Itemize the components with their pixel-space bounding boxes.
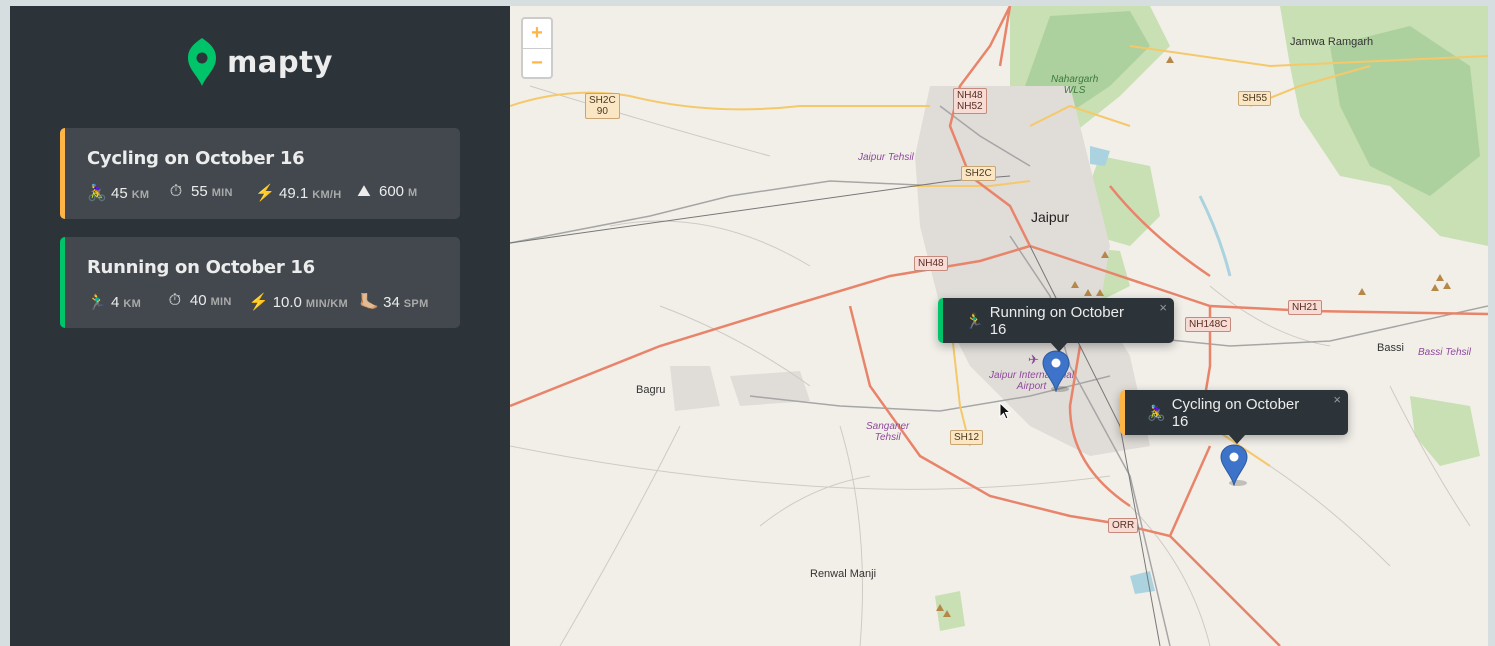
zoom-in-button[interactable]: + <box>523 19 551 48</box>
stat-value: 45 <box>111 185 128 202</box>
road-shield-nh148c: NH148C <box>1185 317 1232 332</box>
road-shield-sh55: SH55 <box>1238 91 1272 106</box>
place-label-bassi-tehsil: Bassi Tehsil <box>1418 347 1471 358</box>
place-label-bagru: Bagru <box>636 384 666 396</box>
shield-line-2: NH52 <box>957 101 983 112</box>
stat-unit: spm <box>403 298 429 310</box>
stat-unit: km <box>131 189 150 201</box>
cycling-icon: 🚴‍♀️ <box>1147 404 1166 422</box>
stat-duration: ⏱ 40 min <box>166 292 249 312</box>
stat-value: 10.0 <box>272 294 302 311</box>
map-marker-running[interactable] <box>1042 350 1070 397</box>
logo: mapty <box>60 36 460 88</box>
close-icon[interactable]: × <box>1159 300 1167 315</box>
stat-speed: ⚡️ 49.1 km/h <box>255 183 355 203</box>
popup-text: Cycling on October 16 <box>1171 395 1300 430</box>
stopwatch-icon: ⏱ <box>168 292 182 309</box>
place-label-jamwa-ramgarh: Jamwa Ramgarh <box>1290 36 1374 48</box>
shield-line-2: 90 <box>596 106 608 117</box>
road-shield-nh48-nh52: NH48 NH52 <box>953 88 987 114</box>
app-name: mapty <box>227 45 333 79</box>
road-shield-sh12: SH12 <box>950 430 984 445</box>
road-shield-nh48: NH48 <box>914 256 948 271</box>
mouse-cursor-icon <box>999 402 1011 420</box>
stopwatch-icon: ⏱ <box>169 183 183 200</box>
stat-duration: ⏱ 55 min <box>167 183 255 203</box>
cycling-icon: 🚴‍♀️ <box>87 185 107 202</box>
nahargarh-line-1: Nahargarh <box>1051 74 1099 85</box>
place-label-jaipur-tehsil: Jaipur Tehsil <box>858 152 914 163</box>
place-label-jaipur: Jaipur <box>1031 209 1070 225</box>
stat-cadence: 🦶🏼 34 spm <box>359 292 438 312</box>
stat-value: 600 <box>379 183 405 200</box>
close-icon[interactable]: × <box>1333 392 1341 407</box>
workout-title: Running on October 16 <box>87 257 315 278</box>
road-shield-nh21: NH21 <box>1288 300 1322 315</box>
stat-unit: km/h <box>312 189 342 201</box>
map-pin-logo-icon <box>187 36 217 88</box>
workout-stats: 🚴‍♀️ 45 km ⏱ 55 min ⚡️ 49.1 km/h ⛰ 600 <box>87 183 438 203</box>
app-container: mapty Cycling on October 16 🚴‍♀️ 45 km ⏱… <box>10 6 1488 646</box>
stat-unit: min <box>210 296 232 308</box>
map[interactable]: ✈ Jaipur Bagru Bassi Renwal Manji Jamwa … <box>510 6 1488 646</box>
sidebar: mapty Cycling on October 16 🚴‍♀️ 45 km ⏱… <box>10 6 510 646</box>
foot-icon: 🦶🏼 <box>359 294 380 311</box>
workout-stats: 🏃‍♂️ 4 km ⏱ 40 min ⚡️ 10.0 min/km 🦶🏼 34 <box>87 292 438 312</box>
stat-value: 40 <box>189 292 207 309</box>
running-icon: 🏃‍♂️ <box>965 312 984 330</box>
popup-running[interactable]: 🏃‍♂️ Running on October 16 × <box>938 298 1174 352</box>
popup-text: Running on October 16 <box>989 303 1124 338</box>
lightning-icon: ⚡️ <box>255 185 275 202</box>
mountain-icon: ⛰ <box>357 183 371 200</box>
popup-cycling[interactable]: 🚴‍♀️ Cycling on October 16 × <box>1120 390 1348 444</box>
road-shield-orr: ORR <box>1108 518 1139 533</box>
stat-elevation: ⛰ 600 m <box>355 183 435 203</box>
sanganer-line-1: Sanganer <box>866 421 910 432</box>
stat-distance: 🚴‍♀️ 45 km <box>87 183 167 203</box>
stat-unit: min/km <box>305 298 349 310</box>
shield-line-1: SH2C <box>589 95 616 106</box>
place-label-renwal-manji: Renwal Manji <box>810 568 877 580</box>
stat-pace: ⚡️ 10.0 min/km <box>249 292 359 312</box>
lightning-icon: ⚡️ <box>248 294 269 311</box>
road-shield-sh2c-90: SH2C 90 <box>585 93 620 119</box>
zoom-out-button[interactable]: − <box>523 48 551 77</box>
stat-unit: min <box>211 187 233 199</box>
map-pin-icon <box>1220 444 1248 487</box>
zoom-control: + − <box>521 17 553 79</box>
place-label-bassi: Bassi <box>1377 342 1404 354</box>
stat-value: 49.1 <box>279 185 309 202</box>
map-pin-icon <box>1042 350 1070 393</box>
stat-unit: m <box>408 187 418 199</box>
stat-value: 55 <box>191 183 208 200</box>
stat-value: 34 <box>383 294 400 311</box>
sanganer-line-2: Tehsil <box>874 432 901 443</box>
road-shield-sh2c: SH2C <box>961 166 996 181</box>
shield-line-1: NH48 <box>957 90 983 101</box>
running-icon: 🏃‍♂️ <box>87 294 107 311</box>
stat-distance: 🏃‍♂️ 4 km <box>87 292 166 312</box>
svg-text:✈: ✈ <box>1028 353 1039 368</box>
place-label-nahargarh: Nahargarh WLS <box>1051 74 1098 96</box>
workout-title: Cycling on October 16 <box>87 148 305 169</box>
map-marker-cycling[interactable] <box>1220 444 1248 491</box>
stat-value: 4 <box>111 294 120 311</box>
stat-unit: km <box>123 298 142 310</box>
workout-card-running[interactable]: Running on October 16 🏃‍♂️ 4 km ⏱ 40 min… <box>60 237 460 328</box>
place-label-sanganer-tehsil: Sanganer Tehsil <box>866 421 909 443</box>
nahargarh-line-2: WLS <box>1063 85 1086 96</box>
workout-card-cycling[interactable]: Cycling on October 16 🚴‍♀️ 45 km ⏱ 55 mi… <box>60 128 460 219</box>
